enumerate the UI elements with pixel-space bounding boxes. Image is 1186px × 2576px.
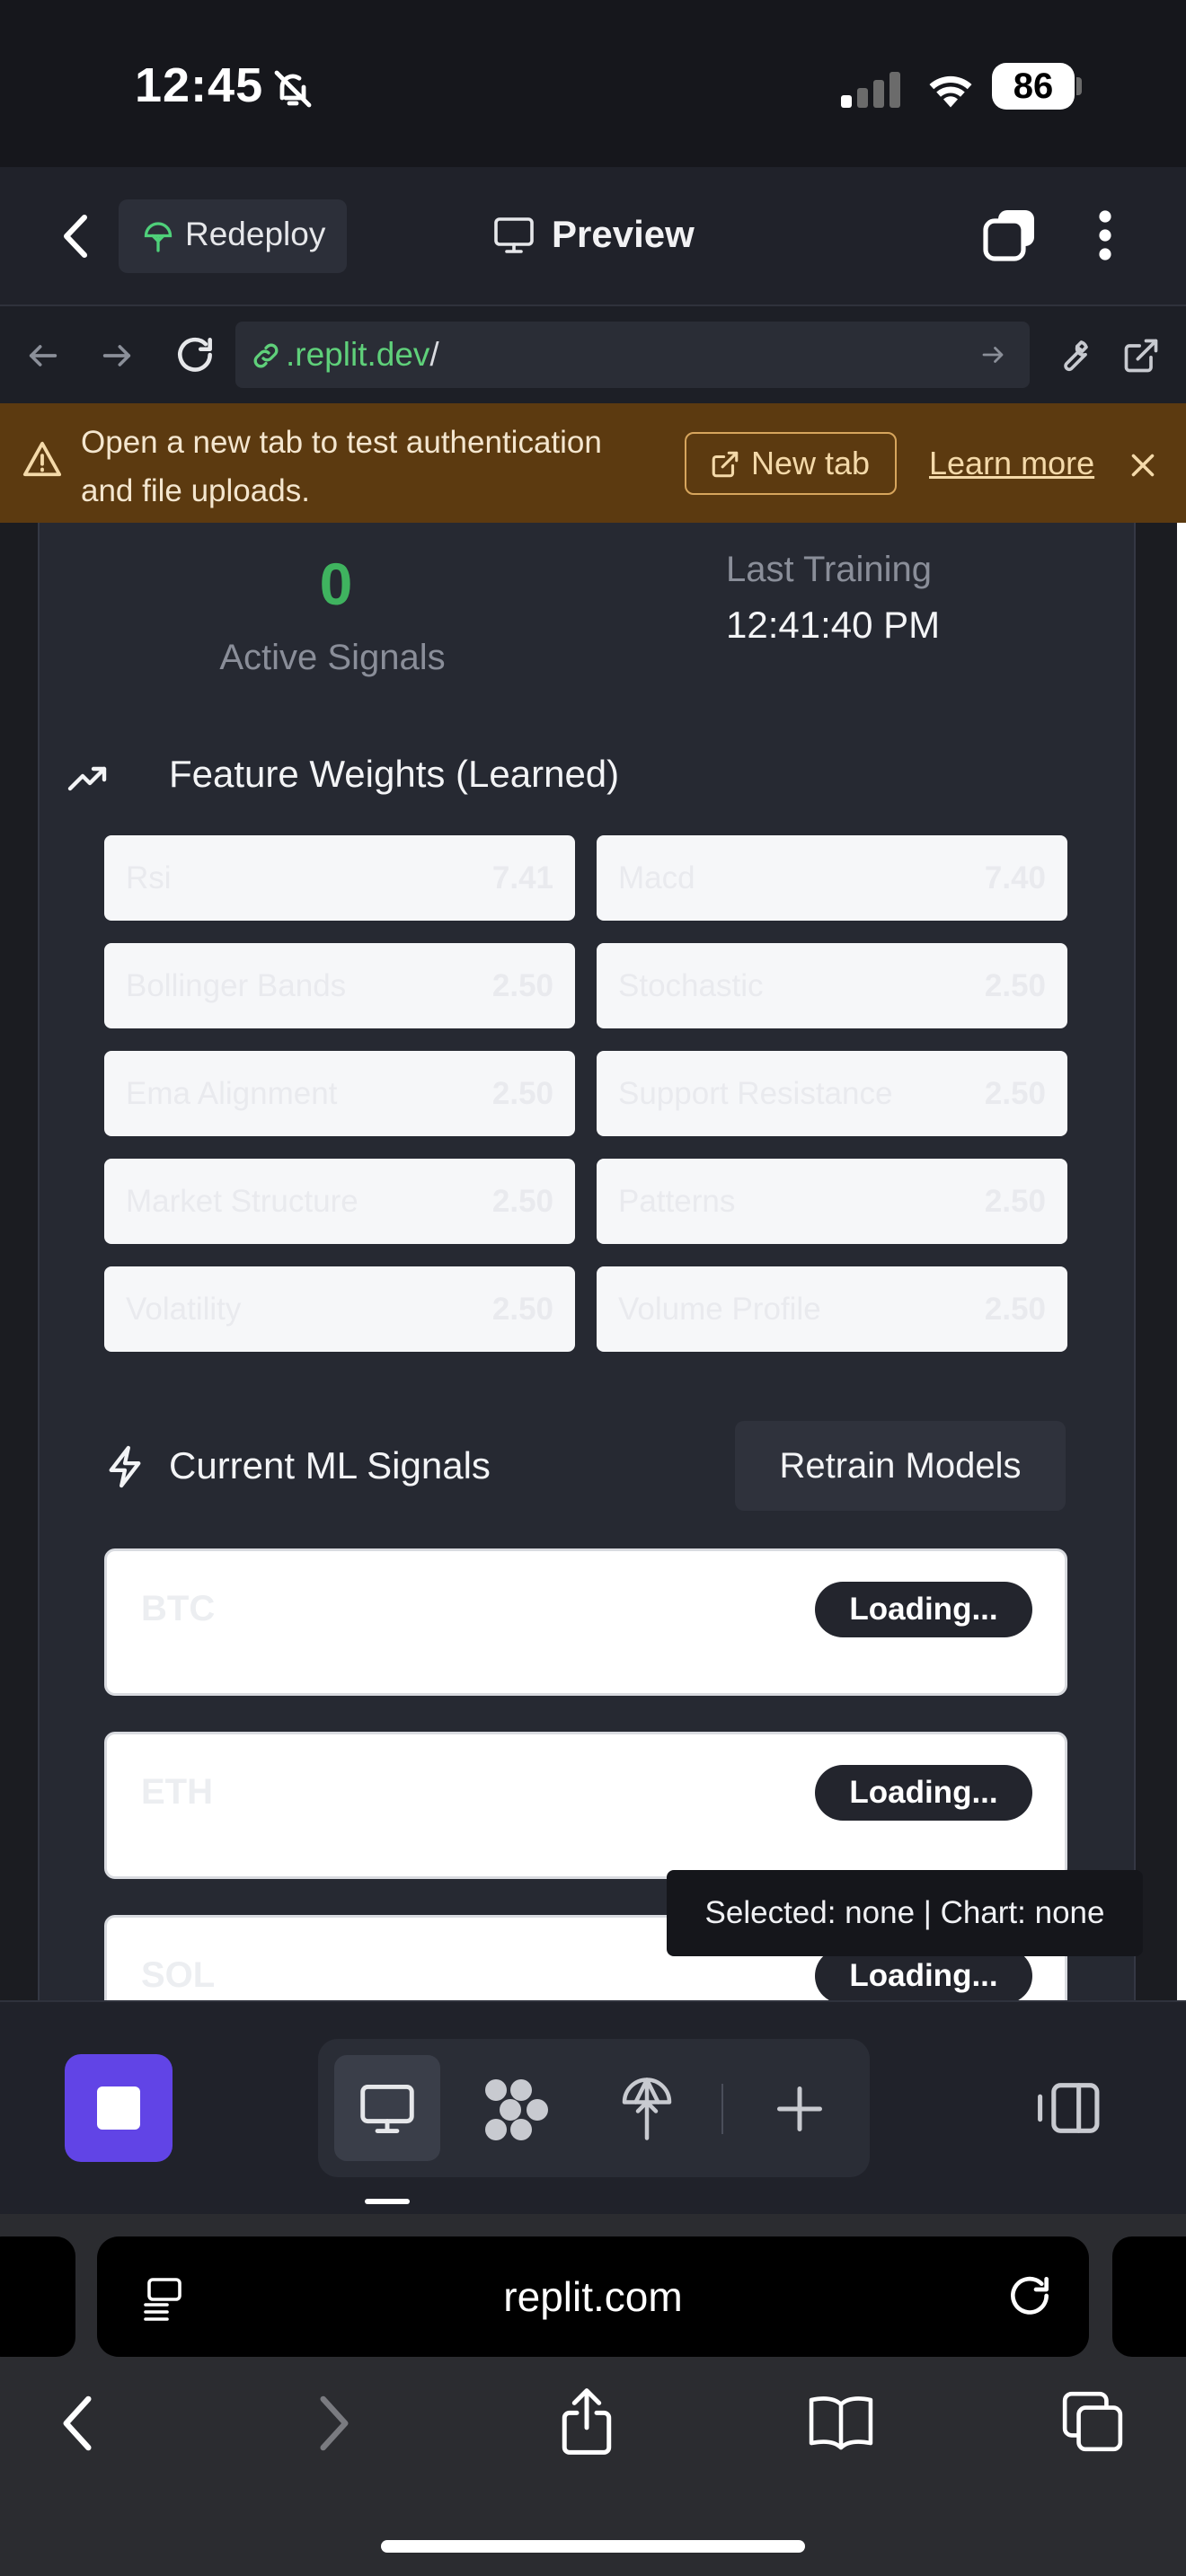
back-icon[interactable]: [59, 2395, 95, 2452]
link-icon: [250, 340, 282, 372]
home-indicator: [381, 2540, 805, 2553]
weight-name: Rsi: [126, 860, 172, 895]
status-time: 12:45: [135, 58, 264, 112]
weight-value: 2.50: [491, 1292, 553, 1327]
weight-item: Ema Alignment 2.50: [104, 1051, 575, 1136]
preview-tab-label[interactable]: Preview: [552, 213, 695, 256]
active-signals-value: 0: [319, 551, 353, 617]
redeploy-label: Redeploy: [185, 216, 326, 252]
tabs-overview-icon[interactable]: [1060, 2389, 1125, 2454]
weight-item: Support Resistance 2.50: [597, 1051, 1067, 1136]
weight-item: Rsi 7.41: [104, 835, 575, 921]
reload-icon[interactable]: [173, 332, 217, 377]
weight-item: Patterns 2.50: [597, 1159, 1067, 1244]
weight-name: Macd: [618, 860, 695, 895]
weight-name: Market Structure: [126, 1184, 358, 1219]
bookmarks-icon[interactable]: [807, 2393, 875, 2450]
weight-item: Macd 7.40: [597, 835, 1067, 921]
current-ml-signals-title: Current ML Signals: [169, 1444, 491, 1486]
weight-value: 2.50: [984, 1076, 1046, 1111]
monitor-icon: [358, 2082, 417, 2136]
tabs-icon[interactable]: [982, 207, 1038, 262]
last-training-value: 12:41:40 PM: [726, 604, 941, 646]
wifi-icon: [924, 66, 978, 108]
weight-name: Bollinger Bands: [126, 968, 347, 1003]
signal-symbol: BTC: [141, 1589, 216, 1628]
workflows-icon[interactable]: [482, 2078, 550, 2142]
more-vertical-icon[interactable]: [1094, 208, 1116, 262]
retrain-models-button[interactable]: Retrain Models: [735, 1421, 1066, 1511]
status-badge: Loading...: [815, 1582, 1032, 1637]
weight-name: Support Resistance: [618, 1076, 893, 1111]
monitor-icon: [492, 216, 535, 255]
signal-symbol: SOL: [141, 1955, 216, 1995]
close-icon[interactable]: [1127, 449, 1159, 481]
go-arrow-icon[interactable]: [979, 341, 1006, 368]
side-panel-icon[interactable]: [1033, 2080, 1102, 2136]
weight-value: 2.50: [491, 968, 553, 1003]
wrench-icon[interactable]: [1053, 336, 1093, 375]
signal-card[interactable]: ETH Loading...: [104, 1732, 1067, 1879]
url-host: .replit.dev: [286, 336, 430, 373]
battery-level: 86: [992, 63, 1075, 110]
weight-value: 7.40: [984, 860, 1046, 895]
lightning-icon: [104, 1444, 146, 1489]
new-tab-label: New tab: [751, 445, 871, 481]
weight-name: Ema Alignment: [126, 1076, 338, 1111]
last-training-label: Last Training: [726, 550, 933, 589]
warning-triangle-icon: [22, 438, 63, 480]
weight-item: Volatility 2.50: [104, 1266, 575, 1352]
weight-value: 2.50: [984, 968, 1046, 1003]
feature-weights-title: Feature Weights (Learned): [169, 753, 620, 795]
forward-icon[interactable]: [316, 2395, 352, 2452]
external-link-icon[interactable]: [1121, 336, 1161, 375]
battery-nub: [1076, 77, 1082, 95]
weight-name: Volume Profile: [618, 1292, 821, 1327]
status-badge: Loading...: [815, 1765, 1032, 1821]
banner-message: Open a new tab to test authentication an…: [81, 425, 602, 508]
url-path: /: [429, 336, 439, 373]
weight-value: 2.50: [984, 1292, 1046, 1327]
reload-icon[interactable]: [1005, 2271, 1055, 2321]
arrow-right-icon[interactable]: [99, 338, 135, 374]
weight-name: Stochastic: [618, 968, 764, 1003]
deploy-icon: [142, 221, 174, 253]
weight-value: 7.41: [491, 860, 553, 895]
adjacent-tab[interactable]: [0, 2236, 75, 2357]
stop-icon: [97, 2086, 140, 2130]
deploy-icon[interactable]: [620, 2075, 674, 2143]
back-chevron-icon[interactable]: [59, 212, 90, 260]
arrow-left-icon[interactable]: [25, 338, 61, 374]
share-icon[interactable]: [557, 2386, 616, 2457]
signal-card[interactable]: BTC Loading...: [104, 1548, 1067, 1696]
weight-item: Market Structure 2.50: [104, 1159, 575, 1244]
weight-name: Volatility: [126, 1292, 242, 1327]
trending-up-icon: [66, 758, 110, 801]
preview-webview: 0 Active Signals Last Training 12:41:40 …: [0, 523, 1186, 2000]
active-signals-label: Active Signals: [219, 638, 446, 677]
weight-value: 2.50: [491, 1076, 553, 1111]
scrollbar[interactable]: [1177, 523, 1186, 2000]
divider: [721, 2084, 723, 2134]
bell-off-icon: [271, 67, 314, 110]
weight-value: 2.50: [491, 1184, 553, 1219]
drag-handle[interactable]: [365, 2199, 410, 2204]
weight-name: Patterns: [618, 1184, 736, 1219]
weight-item: Bollinger Bands 2.50: [104, 943, 575, 1028]
url-text: .replit.dev/: [286, 336, 439, 374]
weight-item: Volume Profile 2.50: [597, 1266, 1067, 1352]
adjacent-tab[interactable]: [1112, 2236, 1186, 2357]
safari-domain: replit.com: [503, 2273, 683, 2320]
cell-signal-icon: [839, 70, 902, 108]
external-link-icon: [710, 449, 740, 480]
signal-symbol: ETH: [141, 1772, 213, 1812]
selection-tooltip: Selected: none | Chart: none: [667, 1870, 1143, 1956]
weight-item: Stochastic 2.50: [597, 943, 1067, 1028]
learn-more-link[interactable]: Learn more: [929, 445, 1094, 482]
add-icon[interactable]: [773, 2082, 827, 2136]
weight-value: 2.50: [984, 1184, 1046, 1219]
